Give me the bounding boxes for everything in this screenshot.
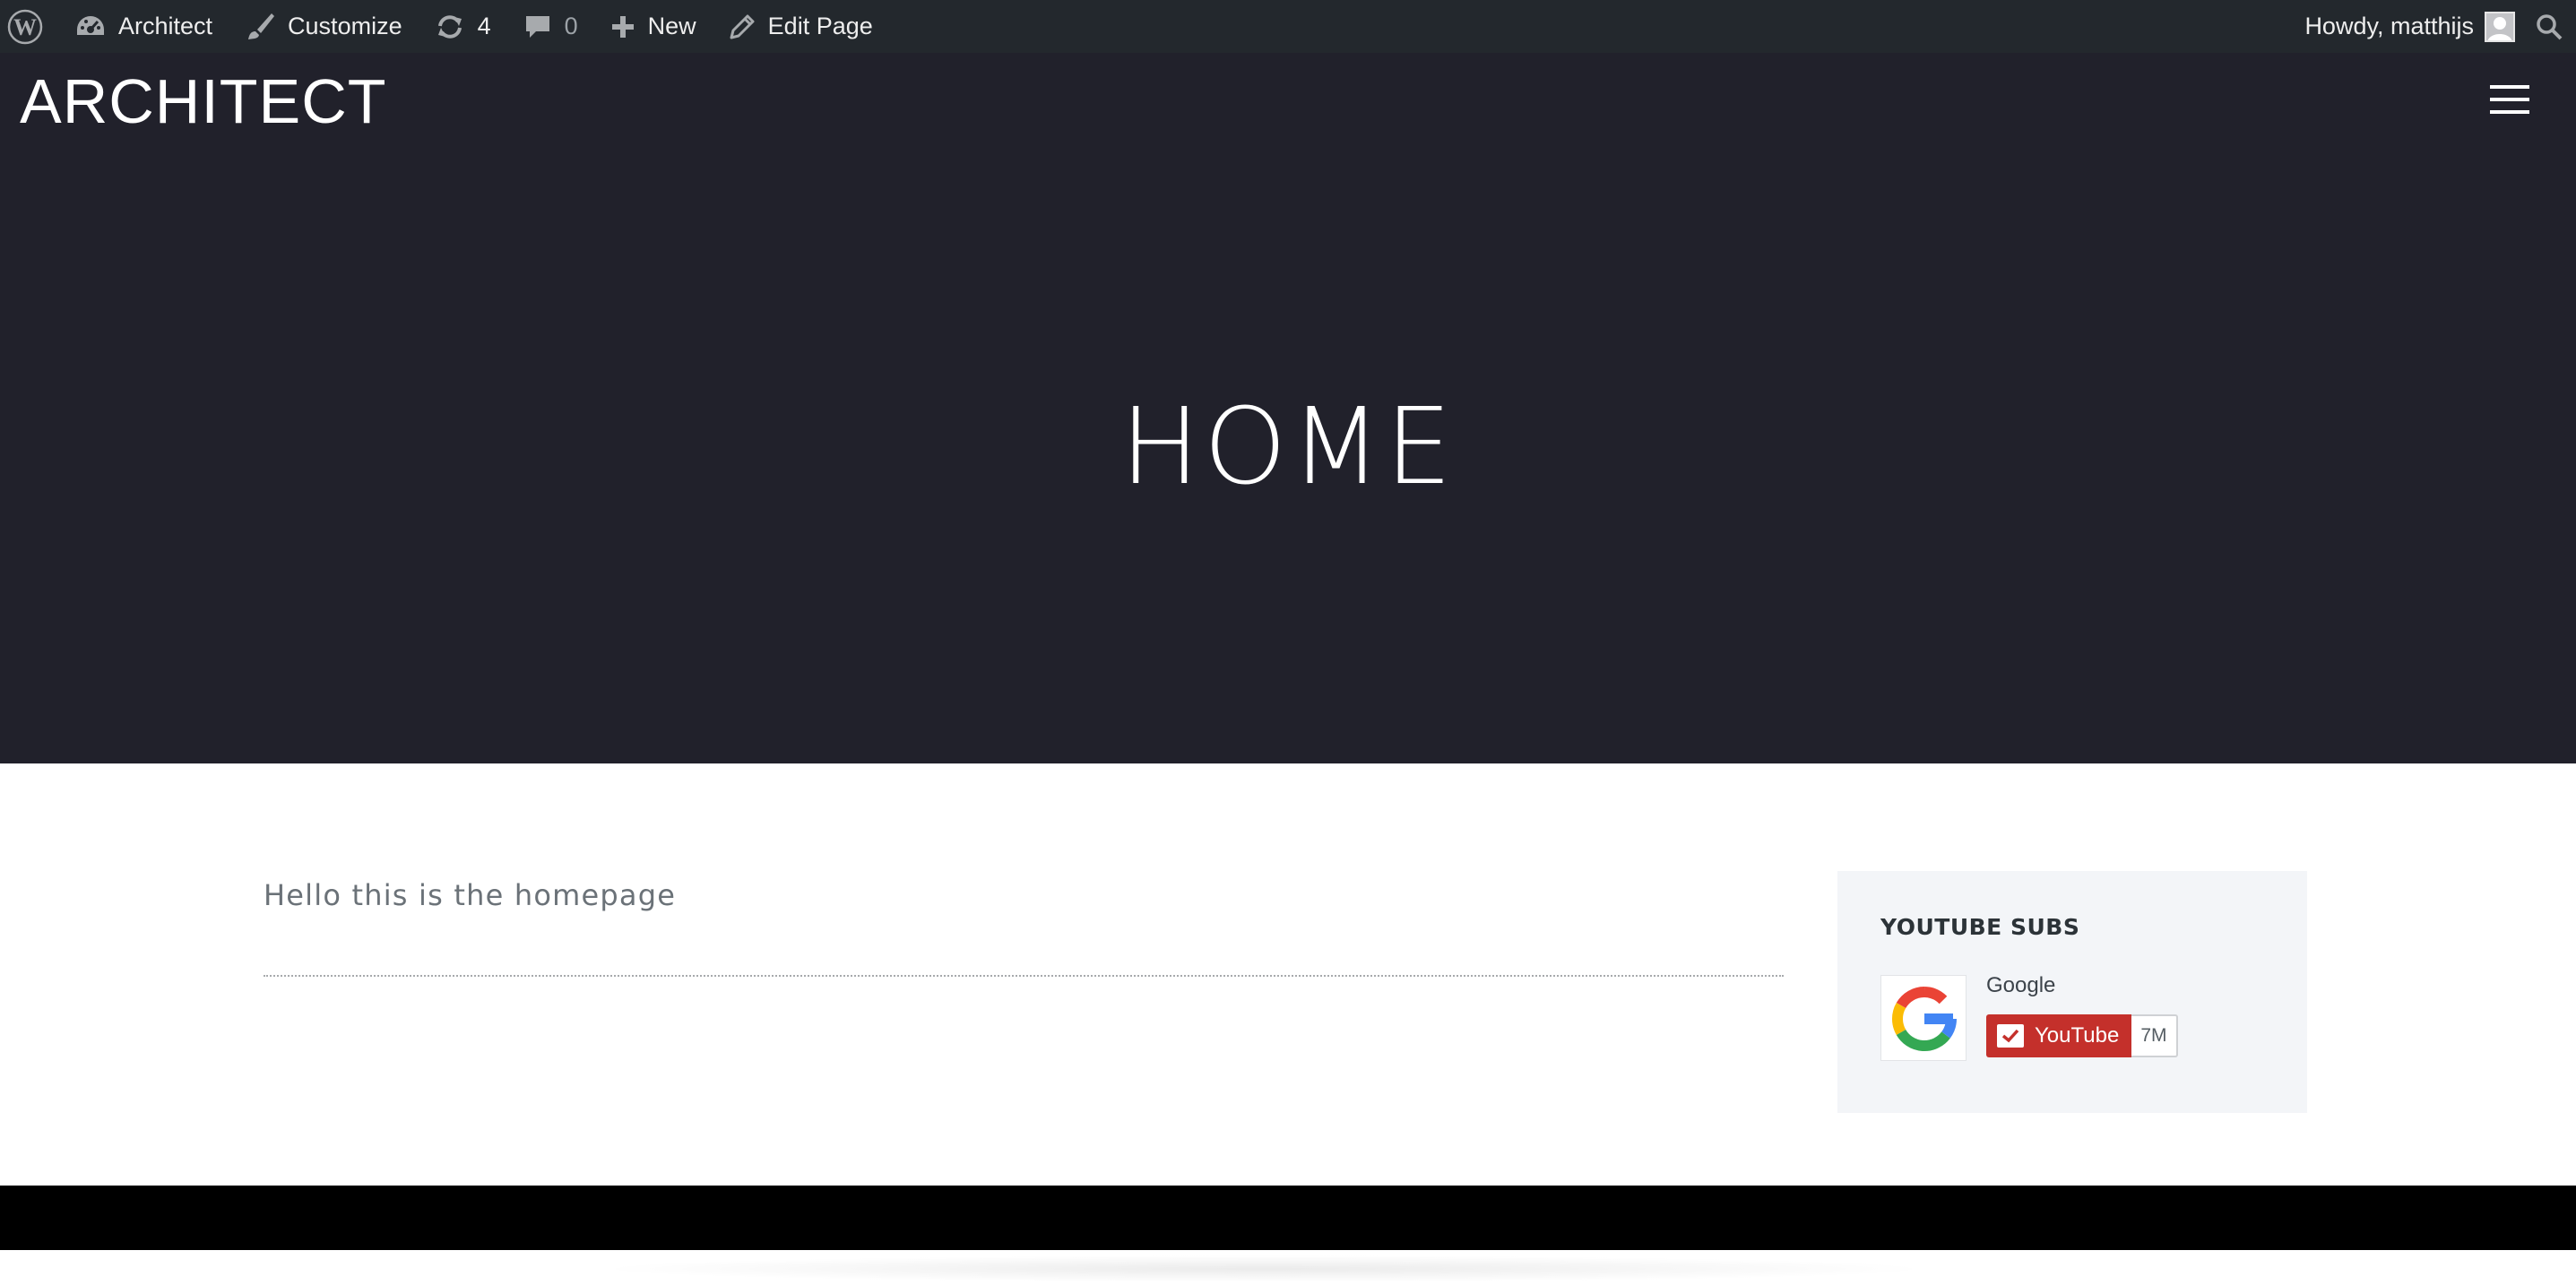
customize-menu[interactable]: Customize (229, 0, 419, 53)
youtube-button-label: YouTube (2035, 1023, 2120, 1048)
site-name-menu[interactable]: Architect (59, 0, 229, 53)
edit-page-menu[interactable]: Edit Page (713, 0, 889, 53)
comments-count: 0 (564, 13, 578, 39)
site-logo[interactable]: ARCHITECT (20, 65, 387, 137)
search-icon (2537, 13, 2563, 39)
user-avatar-icon (2487, 16, 2512, 40)
hamburger-icon-line (2490, 110, 2529, 114)
youtube-subscribe-button[interactable]: YouTube 7M (1986, 1014, 2178, 1057)
new-content-menu[interactable]: New (594, 0, 713, 53)
page-title: HOME (1120, 384, 1456, 508)
hamburger-icon-line (2490, 98, 2529, 101)
widget-title: YOUTUBE SUBS (1880, 914, 2080, 940)
content-divider (264, 975, 1784, 977)
svg-text:W: W (13, 14, 37, 40)
channel-thumbnail[interactable] (1880, 975, 1967, 1061)
new-label: New (647, 13, 696, 39)
hamburger-icon (2490, 85, 2529, 89)
footer-bottom-edge (0, 1250, 2576, 1285)
plus-icon (611, 15, 634, 38)
customize-label: Customize (288, 13, 402, 39)
admin-search[interactable] (2515, 0, 2576, 53)
admin-bar-right: Howdy, matthijs (2288, 0, 2576, 53)
channel-name[interactable]: Google (1986, 973, 2055, 998)
site-name-label: Architect (118, 13, 213, 39)
pencil-icon (730, 14, 755, 39)
google-logo-icon (1892, 986, 1957, 1051)
menu-toggle-button[interactable] (2490, 85, 2529, 114)
avatar (2485, 11, 2515, 42)
wordpress-menu[interactable]: W (0, 0, 59, 53)
wp-admin-bar: W Architect Customize 4 0 New Edit Page … (0, 0, 2576, 53)
edit-page-label: Edit Page (767, 13, 873, 39)
dashboard-icon (77, 15, 104, 35)
account-menu[interactable]: Howdy, matthijs (2288, 0, 2515, 53)
subscriber-count: 7M (2131, 1014, 2178, 1057)
youtube-subs-widget: YOUTUBE SUBS Google YouTube 7M (1837, 871, 2307, 1113)
page-content-text: Hello this is the homepage (264, 878, 677, 912)
comments-menu[interactable]: 0 (507, 0, 594, 53)
youtube-button-label-area[interactable]: YouTube (1986, 1014, 2132, 1057)
comment-bubble-icon (525, 15, 549, 38)
admin-bar-left: W Architect Customize 4 0 New Edit Page (0, 0, 889, 53)
wordpress-logo-icon: W (7, 9, 43, 44)
greeting-label: Howdy, matthijs (2304, 13, 2474, 39)
updates-count: 4 (477, 13, 491, 39)
checkmark-icon (1997, 1024, 2024, 1048)
paintbrush-icon (248, 13, 275, 39)
updates-menu[interactable]: 4 (419, 0, 507, 53)
page-hero: ARCHITECT HOME (0, 53, 2576, 763)
refresh-icon (437, 14, 462, 39)
footer (0, 1186, 2576, 1250)
